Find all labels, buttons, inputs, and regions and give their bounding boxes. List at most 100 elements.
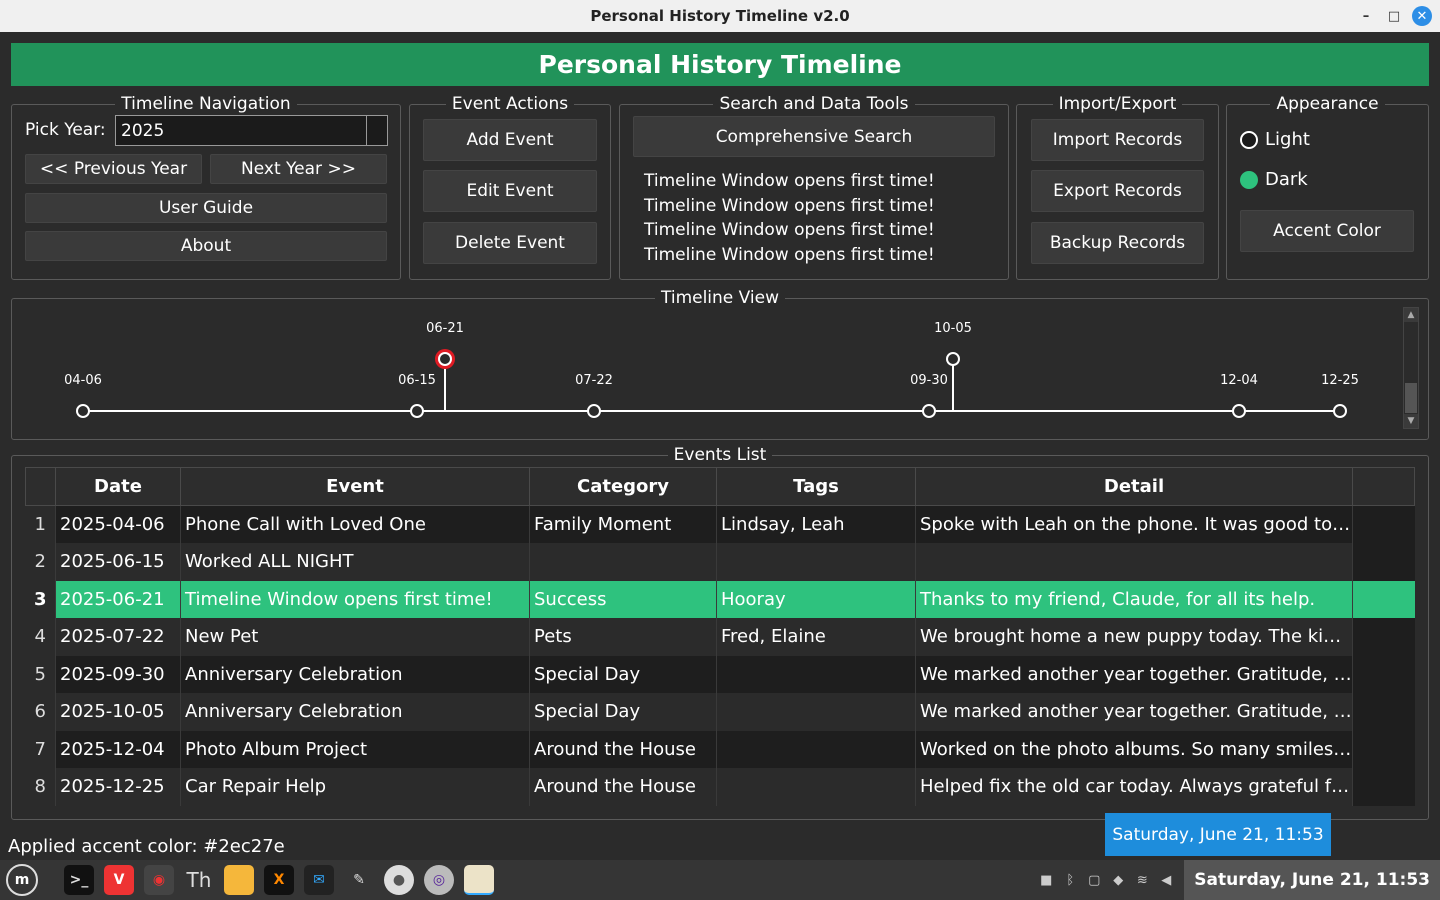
table-row[interactable]: 1 2025-04-06 Phone Call with Loved One Fami…	[25, 505, 1415, 543]
light-radio-indicator[interactable]	[1240, 130, 1258, 149]
cell-detail[interactable]: Thanks to my friend, Claude, for all its…	[915, 580, 1353, 618]
cell-category[interactable]: Around the House	[529, 730, 717, 768]
mail-icon[interactable]: ✉	[304, 865, 334, 895]
terminal-icon[interactable]: >_	[64, 865, 94, 895]
import-records-button[interactable]: Import Records	[1031, 119, 1204, 161]
cell-tags[interactable]: Hooray	[716, 580, 916, 618]
accent-color-button[interactable]: Accent Color	[1240, 210, 1414, 252]
bluetooth-icon[interactable]: ᛒ	[1059, 873, 1081, 888]
delete-event-button[interactable]: Delete Event	[423, 222, 597, 264]
cell-detail[interactable]: Worked on the photo albums. So many smil…	[915, 730, 1353, 768]
timeline-marker[interactable]	[587, 404, 601, 418]
row-number[interactable]: 3	[25, 580, 56, 618]
cell-event[interactable]: Car Repair Help	[180, 768, 530, 806]
close-button[interactable]: ✕	[1412, 6, 1432, 26]
cell-date[interactable]: 2025-07-22	[55, 618, 181, 656]
corner-header[interactable]	[25, 467, 56, 506]
volume-icon[interactable]: ◀	[1155, 873, 1177, 888]
cell-date[interactable]: 2025-06-21	[55, 580, 181, 618]
cell-detail[interactable]: We marked another year together. Gratitu…	[915, 693, 1353, 731]
wifi-icon[interactable]: ≋	[1131, 873, 1153, 888]
disc-icon[interactable]: ●	[384, 865, 414, 895]
cell-date[interactable]: 2025-06-15	[55, 543, 181, 581]
cell-detail[interactable]: Spoke with Leah on the phone. It was goo…	[915, 505, 1353, 543]
cell-tags[interactable]: Lindsay, Leah	[716, 505, 916, 543]
cell-tags[interactable]	[716, 730, 916, 768]
dark-radio-indicator[interactable]	[1240, 170, 1258, 189]
cell-tags[interactable]: Fred, Elaine	[716, 618, 916, 656]
row-number[interactable]: 1	[25, 505, 56, 543]
table-row[interactable]: 2 2025-06-15 Worked ALL NIGHT	[25, 543, 1415, 581]
minimize-button[interactable]: –	[1352, 0, 1380, 32]
year-spinbox[interactable]: 2025	[115, 115, 388, 146]
cell-tags[interactable]	[716, 655, 916, 693]
cell-event[interactable]: Phone Call with Loved One	[180, 505, 530, 543]
table-row[interactable]: 3 2025-06-21 Timeline Window opens first t…	[25, 580, 1415, 618]
about-button[interactable]: About	[25, 231, 387, 261]
export-records-button[interactable]: Export Records	[1031, 170, 1204, 212]
maximize-button[interactable]: □	[1380, 0, 1408, 32]
cell-category[interactable]: Special Day	[529, 693, 717, 731]
cell-category[interactable]: Family Moment	[529, 505, 717, 543]
text-editor-icon[interactable]: ✎	[344, 865, 374, 895]
camera-icon[interactable]: ◎	[424, 865, 454, 895]
previous-year-button[interactable]: << Previous Year	[25, 154, 202, 184]
table-row[interactable]: 4 2025-07-22 New Pet Pets Fred, Elaine We bro…	[25, 618, 1415, 656]
column-header-date[interactable]: Date	[55, 467, 181, 506]
light-radio-label[interactable]: Light	[1265, 129, 1310, 150]
cell-detail[interactable]: We marked another year together. Gratitu…	[915, 655, 1353, 693]
cell-date[interactable]: 2025-12-25	[55, 768, 181, 806]
scroll-up-icon[interactable]: ▲	[1404, 308, 1418, 322]
row-number[interactable]: 7	[25, 730, 56, 768]
backup-records-button[interactable]: Backup Records	[1031, 222, 1204, 264]
scroll-down-icon[interactable]: ▼	[1404, 414, 1418, 428]
cell-date[interactable]: 2025-10-05	[55, 693, 181, 731]
timeline-marker[interactable]	[1333, 404, 1347, 418]
row-number[interactable]: 6	[25, 693, 56, 731]
cell-event[interactable]: Timeline Window opens first time!	[180, 580, 530, 618]
table-row[interactable]: 7 2025-12-04 Photo Album Project Around the…	[25, 730, 1415, 768]
cell-date[interactable]: 2025-12-04	[55, 730, 181, 768]
scroll-thumb[interactable]	[1405, 383, 1417, 413]
chrome-icon[interactable]: ◉	[144, 865, 174, 895]
year-value[interactable]: 2025	[116, 121, 164, 141]
cell-detail[interactable]: We brought home a new puppy today. The k…	[915, 618, 1353, 656]
column-header-event[interactable]: Event	[180, 467, 530, 506]
timeline-marker[interactable]	[922, 404, 936, 418]
table-row[interactable]: 5 2025-09-30 Anniversary Celebration Specia…	[25, 655, 1415, 693]
comprehensive-search-button[interactable]: Comprehensive Search	[633, 116, 995, 157]
cell-tags[interactable]	[716, 768, 916, 806]
menu-icon[interactable]: m	[6, 864, 38, 896]
clipboard-icon[interactable]: ▢	[1083, 873, 1105, 888]
cell-date[interactable]: 2025-04-06	[55, 505, 181, 543]
table-row[interactable]: 8 2025-12-25 Car Repair Help Around the Hou…	[25, 768, 1415, 806]
cell-detail[interactable]: Helped fix the old car today. Always gra…	[915, 768, 1353, 806]
cell-event[interactable]: Worked ALL NIGHT	[180, 543, 530, 581]
column-header-tags[interactable]: Tags	[716, 467, 916, 506]
cell-tags[interactable]	[716, 543, 916, 581]
timeline-canvas[interactable]: 04-06 06-15 06-21 07-22 09-30 10-05 12-04 12-25	[12, 298, 1402, 436]
cell-category[interactable]	[529, 543, 717, 581]
edit-event-button[interactable]: Edit Event	[423, 170, 597, 212]
cell-detail[interactable]	[915, 543, 1353, 581]
timeline-marker[interactable]	[946, 352, 960, 366]
year-spin-buttons[interactable]	[366, 116, 387, 145]
events-table[interactable]: Date Event Category Tags Detail 1 2025-04…	[25, 467, 1415, 806]
cell-event[interactable]: Photo Album Project	[180, 730, 530, 768]
next-year-button[interactable]: Next Year >>	[210, 154, 387, 184]
row-number[interactable]: 5	[25, 655, 56, 693]
table-row[interactable]: 6 2025-10-05 Anniversary Celebration Specia…	[25, 693, 1415, 731]
timeline-marker[interactable]	[1232, 404, 1246, 418]
timeline-scrollbar[interactable]: ▲ ▼	[1403, 307, 1419, 429]
dark-theme-radio[interactable]: Dark	[1240, 169, 1308, 190]
cell-date[interactable]: 2025-09-30	[55, 655, 181, 693]
timeline-marker[interactable]	[438, 352, 452, 366]
color-picker-icon[interactable]: X	[264, 865, 294, 895]
user-guide-button[interactable]: User Guide	[25, 193, 387, 223]
vivaldi-icon[interactable]: V	[104, 865, 134, 895]
add-event-button[interactable]: Add Event	[423, 119, 597, 161]
folder-icon[interactable]	[224, 865, 254, 895]
font-viewer-icon[interactable]: Th	[184, 865, 214, 895]
timeline-marker[interactable]	[410, 404, 424, 418]
taskbar-clock[interactable]: Saturday, June 21, 11:53	[1184, 860, 1440, 900]
